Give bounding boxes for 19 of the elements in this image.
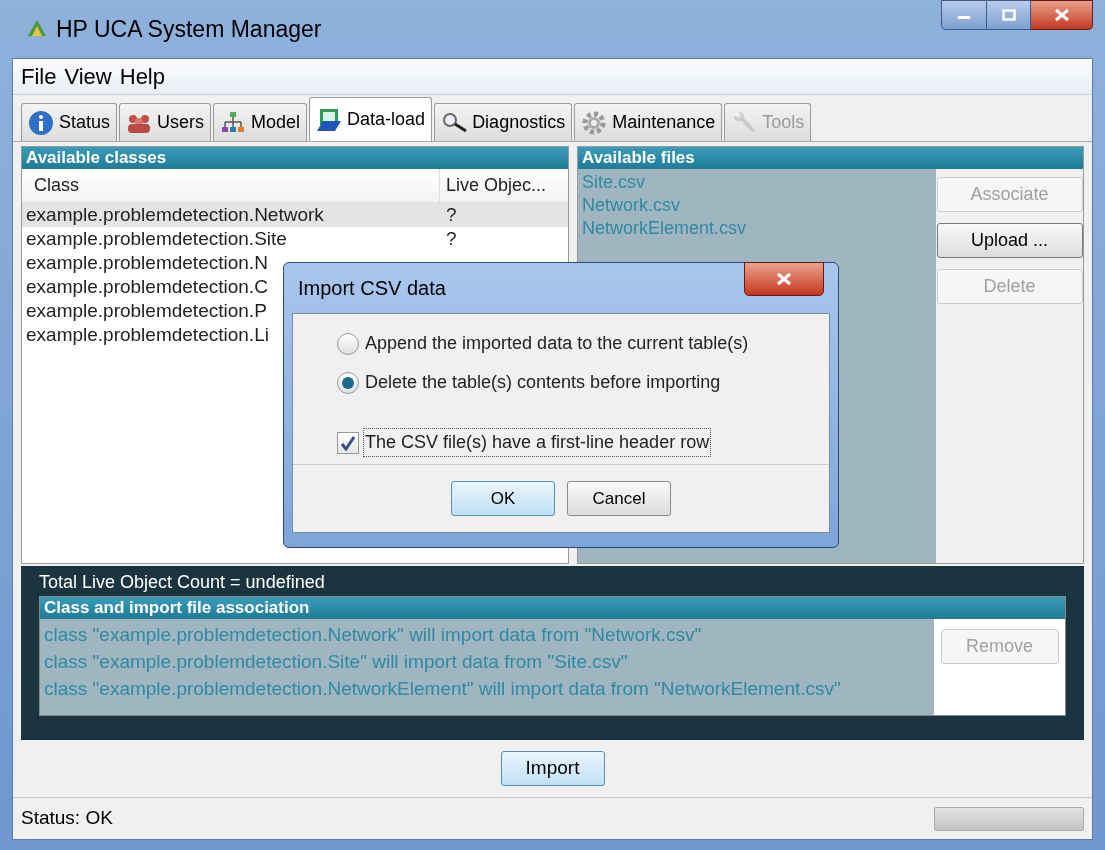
tab: Tools — [724, 103, 812, 141]
dialog-title: Import CSV data — [297, 276, 446, 301]
option-label: Delete the table(s) contents before importing — [365, 371, 721, 394]
count-label: Total Live Object Count = undefined — [39, 571, 325, 594]
panel-header: Available classes — [22, 147, 568, 169]
table-cell: example.problemdetection.P — [26, 299, 267, 321]
option-label: Append the imported data to the current table(s) — [365, 332, 749, 355]
table-cell: example.problemdetection.Network — [26, 203, 324, 225]
panel-header: Class and import file association — [40, 597, 1065, 619]
table-cell: example.problemdetection.Li — [26, 323, 269, 345]
window-title: HP UCA System Manager — [56, 14, 322, 44]
status-text: Status: OK — [21, 806, 113, 831]
checkbox-label: The CSV file(s) have a first-line header row — [363, 428, 712, 457]
table-cell: example.problemdetection.C — [26, 275, 268, 297]
table-cell-text: ? — [445, 226, 458, 251]
panel-header: Available files — [578, 147, 1083, 169]
table-cell-text: ? — [445, 202, 458, 227]
table-cell: example.problemdetection.N — [26, 251, 268, 273]
table-cell: example.problemdetection.Site — [26, 227, 287, 249]
